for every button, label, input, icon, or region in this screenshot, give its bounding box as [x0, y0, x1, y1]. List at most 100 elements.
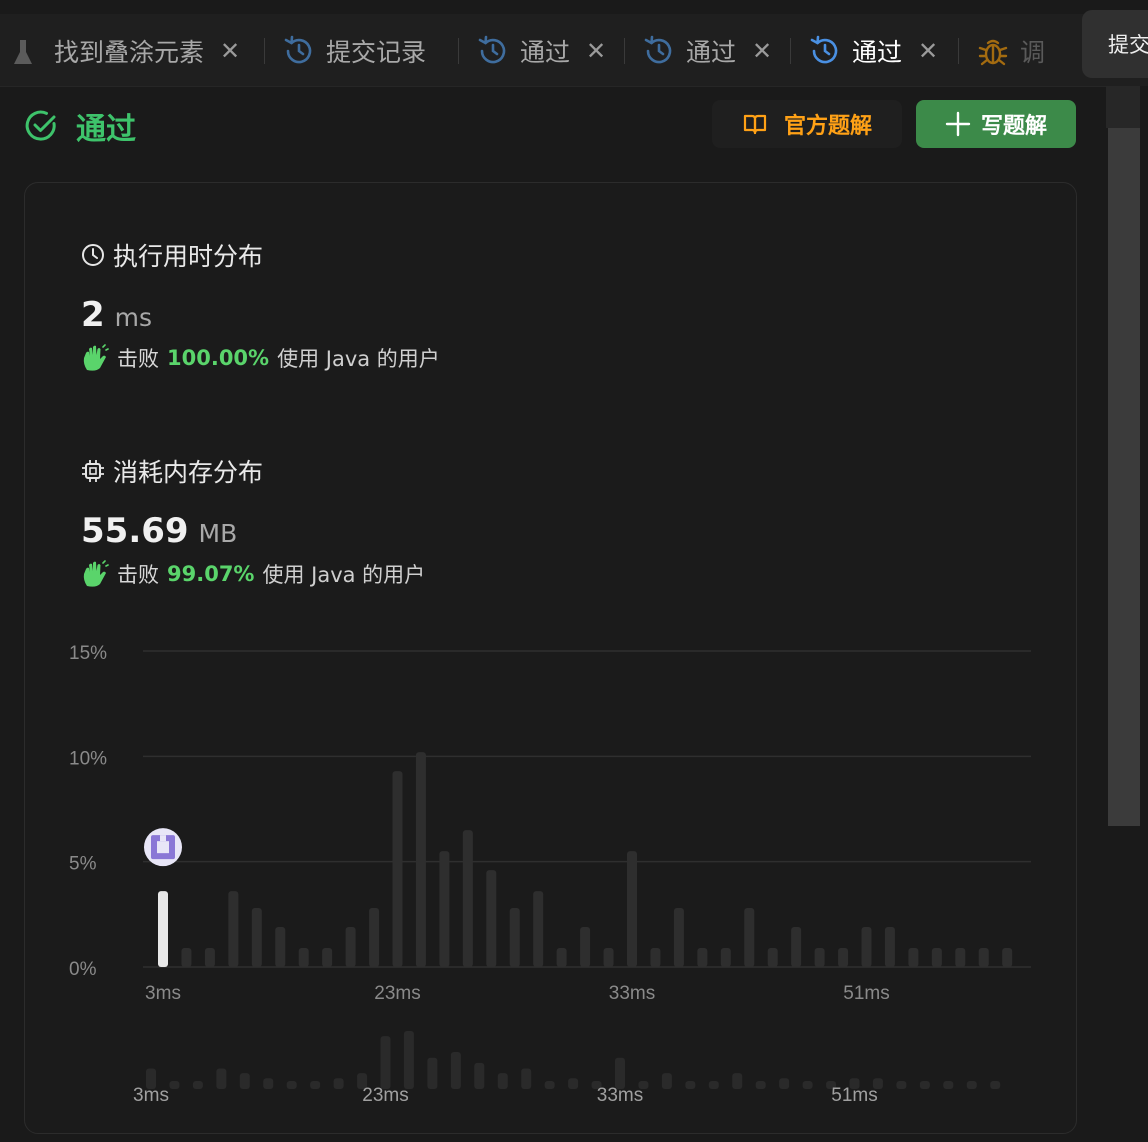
chip-icon	[81, 459, 105, 483]
overview-bar	[544, 1081, 555, 1089]
overview-bar	[779, 1078, 790, 1089]
tab-separator	[264, 38, 265, 64]
tab-label: 通过	[686, 38, 737, 67]
tab-4[interactable]: 通过 ✕	[808, 24, 938, 78]
memory-beats: 击败 99.07% 使用 Java 的用户	[81, 559, 425, 589]
close-icon[interactable]: ✕	[752, 37, 772, 65]
chart-bar	[298, 948, 309, 967]
overview-bar	[497, 1073, 508, 1089]
overview-bar	[169, 1081, 180, 1089]
memory-beats-suffix: 使用 Java 的用户	[262, 563, 426, 587]
overview-bar	[661, 1073, 672, 1089]
chart-bar	[650, 948, 661, 967]
tab-2[interactable]: 通过 ✕	[476, 24, 606, 78]
official-solution-label: 官方题解	[783, 114, 872, 139]
close-icon[interactable]: ✕	[918, 37, 938, 65]
history-icon	[808, 34, 842, 68]
scrollbar-top	[1106, 86, 1140, 128]
overview-bar	[310, 1081, 321, 1089]
runtime-beats: 击败 100.00% 使用 Java 的用户	[81, 343, 440, 373]
chart-bar	[861, 926, 872, 967]
chart-bar	[931, 948, 942, 967]
chart-bar	[486, 870, 497, 967]
clap-hand-icon	[81, 344, 109, 372]
tab-1[interactable]: 提交记录	[282, 24, 426, 78]
memory-unit: MB	[198, 519, 238, 548]
tab-bar: 找到叠涂元素 ✕ 提交记录 通过 ✕ 通过 ✕ 通过 ✕ 调	[0, 0, 1148, 87]
chart-bar	[744, 908, 755, 967]
overview-bar	[380, 1036, 391, 1089]
submission-status: 通过	[24, 104, 136, 148]
overview-bar	[755, 1081, 766, 1089]
chart-bar	[720, 948, 731, 967]
clap-hand-icon	[81, 560, 109, 588]
overview-bar	[802, 1081, 813, 1089]
tab-3[interactable]: 通过 ✕	[642, 24, 772, 78]
chart-bar	[181, 948, 192, 967]
runtime-title: 执行用时分布	[113, 242, 264, 271]
overview-bar	[966, 1081, 977, 1089]
runtime-beats-prefix: 击败	[117, 347, 159, 371]
check-circle-icon	[24, 108, 60, 144]
chart-bar	[369, 908, 380, 967]
chart-bar	[556, 948, 567, 967]
y-tick-label: 10%	[69, 748, 107, 769]
tab-label: 通过	[852, 38, 903, 67]
tooltip: 提交	[1082, 10, 1148, 78]
runtime-unit: ms	[114, 303, 153, 332]
tab-0[interactable]: 找到叠涂元素 ✕	[10, 24, 240, 78]
chart-bar	[204, 948, 215, 967]
history-icon	[476, 34, 510, 68]
tab-label: 通过	[520, 38, 571, 67]
chart-bar	[627, 851, 637, 967]
chart-bar	[814, 948, 825, 967]
chart-bar	[580, 926, 591, 967]
tab-label: 找到叠涂元素	[54, 38, 205, 67]
chart-bar	[415, 752, 426, 967]
y-tick-label: 15%	[69, 643, 107, 664]
chart-bar	[978, 948, 989, 967]
memory-section-title: 消耗内存分布	[81, 453, 263, 489]
overview-bar	[568, 1078, 579, 1089]
tab-bar-topline	[0, 0, 1148, 14]
write-solution-button[interactable]: 写题解	[916, 100, 1076, 148]
chart-bar	[392, 771, 403, 967]
chart-bar	[791, 926, 802, 967]
chart-bar	[345, 926, 356, 967]
runtime-beats-percent: 100.00%	[167, 346, 270, 370]
close-icon[interactable]: ✕	[586, 37, 606, 65]
overview-bar	[990, 1081, 1001, 1089]
x-tick-label: 51ms	[843, 983, 889, 1004]
overview-bar	[263, 1078, 274, 1089]
overview-x-tick-label: 33ms	[597, 1085, 643, 1106]
memory-value: 55.69	[81, 511, 189, 551]
x-tick-label: 3ms	[145, 983, 181, 1004]
overview-bar	[239, 1073, 250, 1089]
status-label: 通过	[76, 112, 136, 147]
runtime-distribution-chart[interactable]: 15% 10% 5% 0% 3ms 23ms 33ms 51ms 3ms 23ms 33ms 51ms	[25, 623, 1076, 1133]
tab-label: 调	[1020, 38, 1046, 67]
overview-bar	[685, 1081, 696, 1089]
runtime-section-title: 执行用时分布	[81, 237, 263, 273]
tab-label: 提交记录	[326, 38, 427, 67]
chart-bar	[884, 926, 895, 967]
chart-bar	[228, 891, 239, 967]
official-solution-button[interactable]: 官方题解	[712, 100, 902, 148]
overview-bar	[192, 1081, 203, 1089]
chart-bar	[838, 948, 849, 967]
x-tick-label: 23ms	[374, 983, 420, 1004]
user-avatar-pattern	[160, 835, 166, 842]
chart-bar	[158, 891, 168, 967]
chart-bar	[251, 908, 262, 967]
close-icon[interactable]: ✕	[220, 37, 240, 65]
tab-5[interactable]: 调	[976, 24, 1045, 78]
scrollbar-thumb[interactable]	[1108, 128, 1140, 826]
chart-bar	[603, 948, 614, 967]
overview-bar	[521, 1068, 532, 1089]
overview-bar	[474, 1062, 485, 1089]
runtime-value: 2	[81, 295, 105, 335]
flask-icon	[10, 34, 44, 68]
book-icon	[742, 111, 768, 137]
overview-bar	[943, 1081, 954, 1089]
plus-icon	[945, 111, 971, 137]
